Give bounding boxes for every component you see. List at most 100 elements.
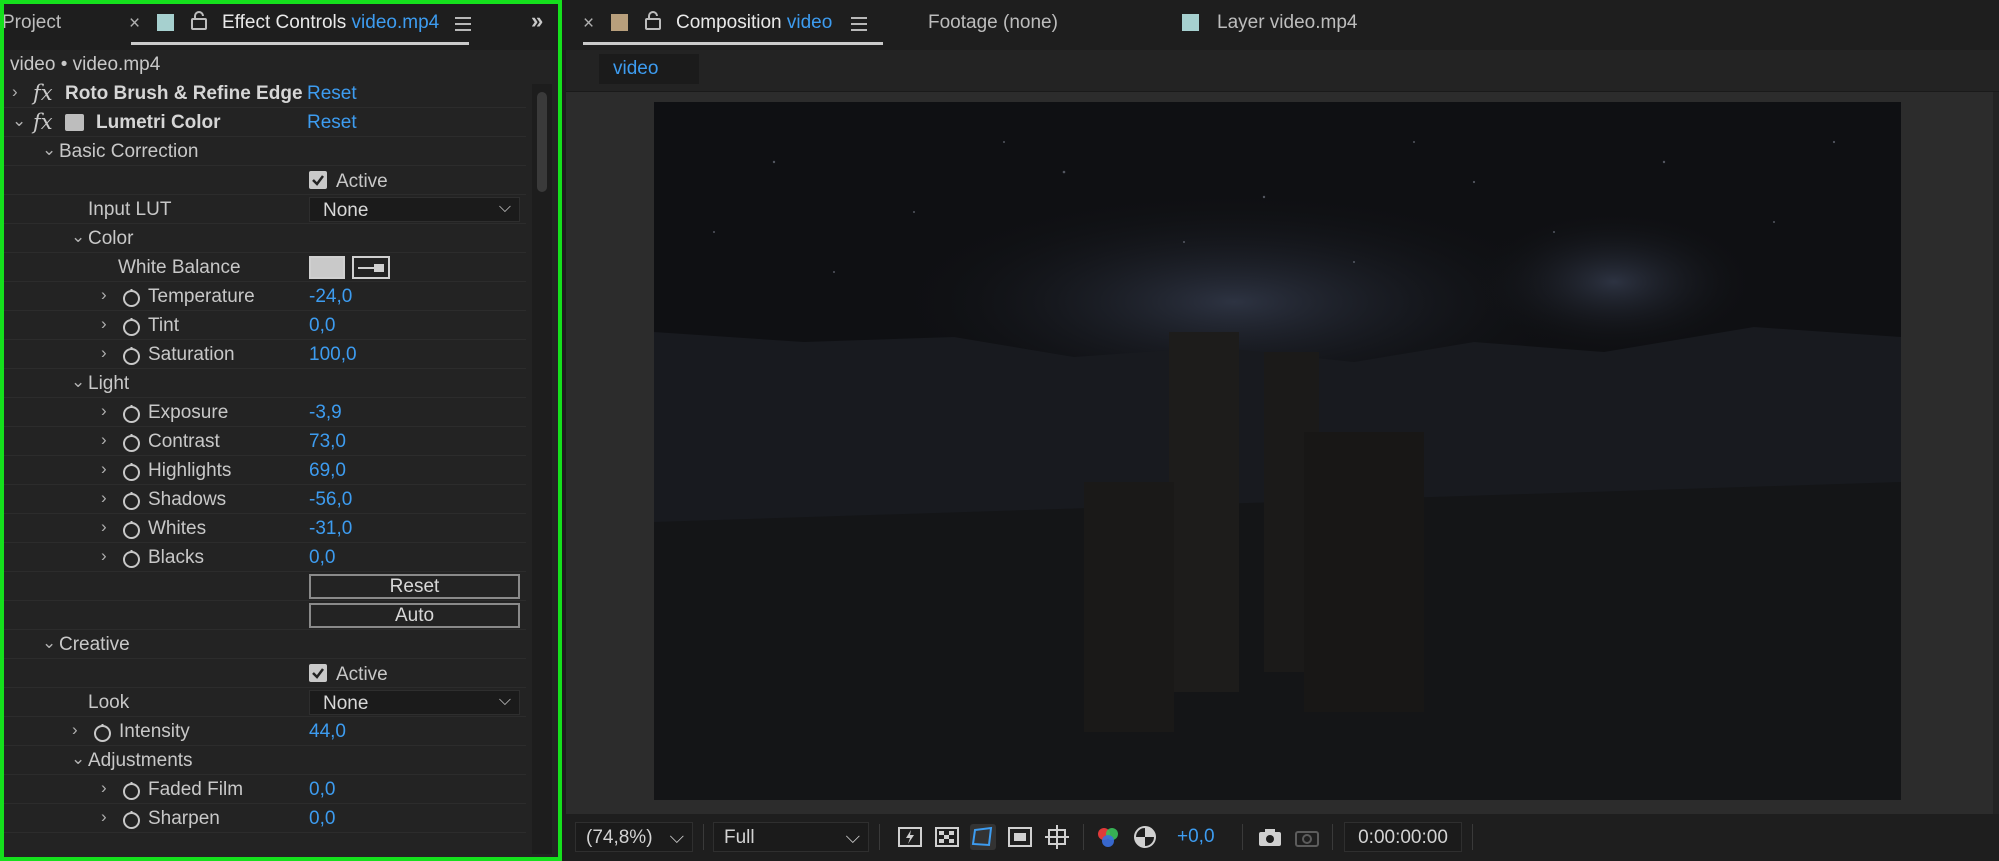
panel-menu-icon[interactable] <box>851 17 867 35</box>
transparency-grid-icon[interactable] <box>934 824 960 850</box>
chevron-right-icon[interactable]: › <box>101 459 107 479</box>
panel-menu-icon[interactable] <box>455 17 471 35</box>
chevron-down-icon[interactable]: ⌄ <box>42 633 56 653</box>
auto-button[interactable]: Auto <box>309 603 520 628</box>
stopwatch-icon[interactable] <box>122 520 141 539</box>
chevron-right-icon[interactable]: › <box>101 343 107 363</box>
stopwatch-icon[interactable] <box>122 462 141 481</box>
toolbar-separator <box>1332 824 1333 850</box>
stopwatch-icon[interactable] <box>122 288 141 307</box>
stopwatch-icon[interactable] <box>122 433 141 452</box>
close-icon[interactable]: × <box>583 13 594 35</box>
param-value[interactable]: 0,0 <box>309 779 335 801</box>
zoom-dropdown[interactable]: (74,8%) ⌵ <box>575 822 693 852</box>
chevron-right-icon[interactable]: › <box>101 517 107 537</box>
region-of-interest-icon[interactable] <box>1007 824 1033 850</box>
input-lut-dropdown[interactable]: None ⌵ <box>309 197 520 222</box>
group-color[interactable]: ⌄ Color <box>4 224 526 253</box>
panel-color-swatch <box>157 14 174 31</box>
chevron-right-icon[interactable]: › <box>12 82 18 102</box>
checkbox-icon[interactable] <box>309 664 327 682</box>
mask-path-icon[interactable] <box>970 824 996 850</box>
fx-icon[interactable]: fx <box>33 110 53 134</box>
composition-viewer[interactable] <box>566 92 1993 814</box>
scrollbar-thumb[interactable] <box>537 92 547 192</box>
white-balance-swatch[interactable] <box>309 256 345 279</box>
exposure-value[interactable]: +0,0 <box>1177 822 1215 852</box>
param-value[interactable]: 100,0 <box>309 344 357 366</box>
tab-footage[interactable]: Footage (none) <box>928 12 1058 34</box>
checkbox-icon[interactable] <box>309 171 327 189</box>
stopwatch-icon[interactable] <box>122 317 141 336</box>
composition-subtab[interactable]: video <box>599 54 699 84</box>
snapshot-icon[interactable] <box>1257 824 1283 850</box>
chevron-right-icon[interactable]: › <box>101 401 107 421</box>
chevron-down-icon[interactable]: ⌄ <box>71 749 85 769</box>
chevron-right-icon[interactable]: › <box>101 546 107 566</box>
tab-composition[interactable]: Composition video <box>676 12 832 34</box>
param-value[interactable]: -24,0 <box>309 286 352 308</box>
chevron-right-icon[interactable]: › <box>101 488 107 508</box>
chevron-down-icon[interactable]: ⌄ <box>42 140 56 160</box>
show-snapshot-icon[interactable] <box>1294 824 1320 850</box>
lock-icon[interactable] <box>191 11 207 30</box>
vertical-scrollbar[interactable] <box>532 84 552 854</box>
composition-panel: × Composition video Footage (none) Layer… <box>566 0 1999 861</box>
param-value[interactable]: 69,0 <box>309 460 346 482</box>
chevron-right-icon[interactable]: › <box>101 778 107 798</box>
reset-exposure-icon[interactable] <box>1132 824 1158 850</box>
effect-row-roto-brush[interactable]: › fx Roto Brush & Refine Edge Reset <box>4 79 526 108</box>
chevron-right-icon[interactable]: › <box>72 720 78 740</box>
tab-project[interactable]: Project <box>2 12 61 34</box>
fx-icon[interactable]: fx <box>33 81 53 105</box>
param-contrast: › Contrast 73,0 <box>4 427 526 456</box>
reset-button[interactable]: Reset <box>309 574 520 599</box>
close-icon[interactable]: × <box>129 13 140 35</box>
param-value[interactable]: 0,0 <box>309 808 335 830</box>
tab-effect-controls[interactable]: Effect Controls video.mp4 <box>222 12 439 34</box>
stopwatch-icon[interactable] <box>122 346 141 365</box>
chevron-down-icon[interactable]: ⌄ <box>71 372 85 392</box>
stopwatch-icon[interactable] <box>122 781 141 800</box>
chevron-down-icon[interactable]: ⌄ <box>12 111 26 131</box>
chevron-right-icon[interactable]: › <box>101 314 107 334</box>
look-label: Look <box>88 692 130 713</box>
color-channels-icon[interactable] <box>1095 824 1121 850</box>
chevron-right-icon[interactable]: › <box>101 430 107 450</box>
expand-panels-icon[interactable]: » <box>531 8 543 34</box>
reset-link[interactable]: Reset <box>307 83 357 105</box>
stopwatch-icon[interactable] <box>122 810 141 829</box>
param-value[interactable]: 73,0 <box>309 431 346 453</box>
effect-controls-panel: Project × Effect Controls video.mp4 » vi… <box>0 0 562 861</box>
param-value[interactable]: 0,0 <box>309 547 335 569</box>
resolution-dropdown[interactable]: Full ⌵ <box>713 822 869 852</box>
stopwatch-icon[interactable] <box>93 723 112 742</box>
composition-canvas[interactable] <box>654 102 1901 800</box>
timecode-field[interactable]: 0:00:00:00 <box>1344 822 1462 852</box>
group-creative[interactable]: ⌄ Creative <box>4 630 526 659</box>
stopwatch-icon[interactable] <box>122 491 141 510</box>
grid-guides-icon[interactable] <box>1044 824 1070 850</box>
fast-previews-icon[interactable] <box>897 824 923 850</box>
group-basic-correction[interactable]: ⌄ Basic Correction <box>4 137 526 166</box>
effect-row-lumetri-color[interactable]: ⌄ fx Lumetri Color Reset <box>4 108 526 137</box>
resolution-value: Full <box>724 827 755 848</box>
input-lut-label: Input LUT <box>88 199 172 220</box>
group-light[interactable]: ⌄ Light <box>4 369 526 398</box>
tab-layer[interactable]: Layer video.mp4 <box>1217 12 1357 34</box>
chevron-right-icon[interactable]: › <box>101 285 107 305</box>
param-value[interactable]: 0,0 <box>309 315 335 337</box>
stopwatch-icon[interactable] <box>122 549 141 568</box>
reset-link[interactable]: Reset <box>307 112 357 134</box>
param-value[interactable]: 44,0 <box>309 721 346 743</box>
chevron-down-icon[interactable]: ⌄ <box>71 227 85 247</box>
param-value[interactable]: -3,9 <box>309 402 342 424</box>
eyedropper-icon[interactable] <box>352 256 390 279</box>
param-value[interactable]: -31,0 <box>309 518 352 540</box>
group-adjustments[interactable]: ⌄ Adjustments <box>4 746 526 775</box>
param-value[interactable]: -56,0 <box>309 489 352 511</box>
look-dropdown[interactable]: None ⌵ <box>309 690 520 715</box>
lock-icon[interactable] <box>645 11 661 30</box>
stopwatch-icon[interactable] <box>122 404 141 423</box>
chevron-right-icon[interactable]: › <box>101 807 107 827</box>
